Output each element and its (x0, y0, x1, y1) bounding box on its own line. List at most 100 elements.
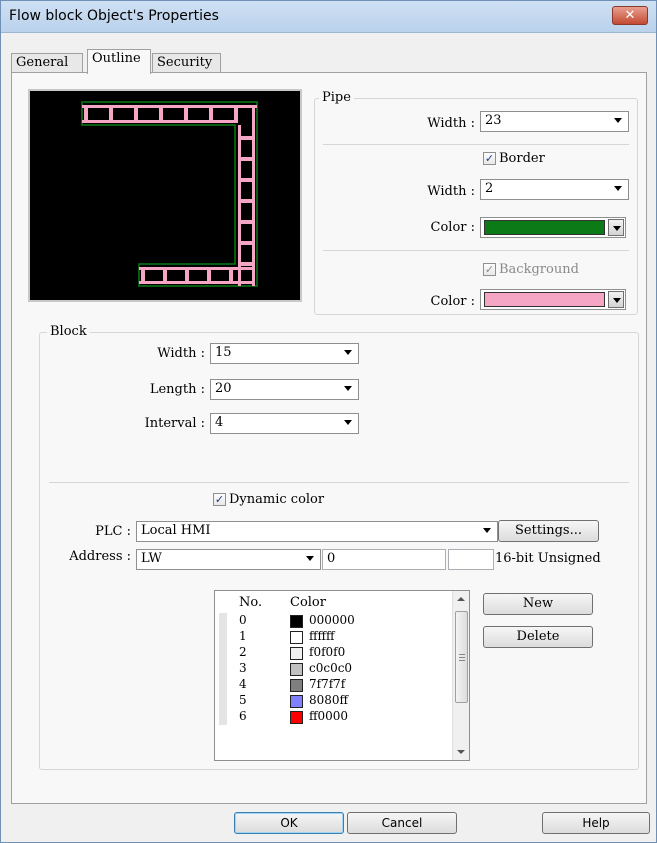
row-gutter (219, 693, 227, 709)
chevron-down-icon[interactable] (608, 291, 624, 308)
block-length-label: Length : (149, 382, 205, 397)
dynamic-color-label: Dynamic color (229, 492, 325, 507)
background-checkbox[interactable]: ✓ Background (483, 262, 593, 278)
divider (49, 482, 629, 483)
color-swatch (290, 695, 303, 708)
list-item[interactable]: 3 c0c0c0 (215, 661, 453, 677)
check-icon: ✓ (483, 152, 496, 165)
background-checkbox-label: Background (499, 262, 579, 277)
chevron-down-icon (614, 118, 622, 123)
color-swatch (290, 615, 303, 628)
border-width-value: 2 (485, 181, 494, 196)
address-extra-input[interactable] (448, 549, 494, 570)
row-gutter (219, 677, 227, 693)
address-input[interactable]: 0 (322, 549, 446, 570)
color-list[interactable]: No. Color 0 000000 1 ffffff 2 f0f0f0 3 c0c0c0 4 7… (214, 590, 470, 761)
pipe-width-select[interactable]: 23 (480, 111, 629, 132)
color-index: 5 (239, 693, 247, 707)
color-hex: 7f7f7f (309, 677, 346, 691)
pipe-block (252, 105, 255, 286)
border-checkbox-label: Border (499, 151, 545, 166)
scroll-up-icon[interactable] (457, 597, 465, 601)
pipe-width-value: 23 (485, 113, 502, 128)
flow-block-preview (28, 89, 302, 302)
row-gutter (219, 629, 227, 645)
scrollbar-thumb[interactable] (455, 611, 468, 703)
address-device-select[interactable]: LW (136, 549, 321, 570)
scroll-down-icon[interactable] (457, 750, 465, 754)
plc-label: PLC : (95, 524, 131, 539)
delete-button[interactable]: Delete (483, 626, 593, 648)
dialog-title: Flow block Object's Properties (9, 8, 219, 24)
divider (323, 144, 629, 145)
pipe-block (82, 120, 235, 123)
list-item[interactable]: 5 8080ff (215, 693, 453, 709)
tab-general[interactable]: General (11, 53, 83, 73)
plc-value: Local HMI (141, 523, 211, 538)
chevron-down-icon (344, 420, 352, 425)
color-hex: 000000 (309, 613, 355, 627)
row-gutter (219, 645, 227, 661)
block-width-label: Width : (157, 346, 205, 361)
tab-security[interactable]: Security (152, 53, 221, 73)
column-color-header: Color (290, 595, 326, 610)
background-color-swatch (484, 292, 605, 307)
close-button[interactable]: ✕ (612, 6, 648, 25)
chevron-down-icon (344, 386, 352, 391)
color-swatch (290, 663, 303, 676)
block-length-select[interactable]: 20 (210, 379, 359, 400)
dynamic-color-checkbox[interactable]: ✓ Dynamic color (213, 492, 343, 508)
divider (323, 250, 629, 251)
list-item[interactable]: 0 000000 (215, 613, 453, 629)
block-group-label: Block (47, 324, 90, 339)
block-length-value: 20 (215, 381, 232, 396)
address-device-value: LW (141, 551, 162, 566)
color-hex: ff0000 (309, 709, 349, 723)
chevron-down-icon[interactable] (608, 219, 624, 236)
border-color-label: Color : (430, 220, 475, 235)
border-checkbox[interactable]: ✓ Border (483, 151, 573, 167)
pipe-group-label: Pipe (319, 90, 354, 105)
color-swatch (290, 647, 303, 660)
pipe-width-label: Width : (427, 116, 475, 131)
color-list-scrollbar[interactable] (452, 591, 469, 760)
data-format-label: 16-bit Unsigned (495, 551, 601, 566)
background-color-label: Color : (430, 294, 475, 309)
properties-dialog: Flow block Object's Properties ✕ General… (0, 0, 657, 843)
color-hex: 8080ff (309, 693, 349, 707)
color-list-header: No. Color (215, 591, 453, 613)
block-interval-label: Interval : (144, 416, 205, 431)
list-item[interactable]: 2 f0f0f0 (215, 645, 453, 661)
color-swatch (290, 679, 303, 692)
pipe-block (139, 281, 255, 284)
help-button[interactable]: Help (542, 812, 650, 834)
block-interval-value: 4 (215, 415, 224, 430)
new-button[interactable]: New (483, 593, 593, 615)
pipe-block (238, 125, 241, 286)
ok-button[interactable]: OK (234, 812, 344, 834)
flow-block-preview-graphic (81, 101, 258, 287)
check-icon: ✓ (213, 493, 226, 506)
chevron-down-icon (344, 350, 352, 355)
list-item[interactable]: 6 ff0000 (215, 709, 453, 725)
block-width-select[interactable]: 15 (210, 343, 359, 364)
list-item[interactable]: 1 ffffff (215, 629, 453, 645)
block-interval-select[interactable]: 4 (210, 413, 359, 434)
cancel-button[interactable]: Cancel (347, 812, 457, 834)
background-color-picker[interactable] (480, 289, 626, 310)
border-color-picker[interactable] (480, 217, 626, 238)
border-width-label: Width : (427, 184, 475, 199)
border-width-select[interactable]: 2 (480, 179, 629, 200)
settings-button[interactable]: Settings... (498, 520, 599, 542)
plc-select[interactable]: Local HMI (136, 521, 498, 542)
column-no-header: No. (239, 595, 263, 610)
list-item[interactable]: 4 7f7f7f (215, 677, 453, 693)
pipe-block (139, 267, 255, 270)
color-index: 0 (239, 613, 247, 627)
color-index: 6 (239, 709, 247, 723)
chevron-down-icon (306, 556, 314, 561)
tab-outline[interactable]: Outline (87, 49, 151, 74)
pipe-block (82, 105, 257, 108)
row-gutter (219, 661, 227, 677)
color-swatch (290, 631, 303, 644)
